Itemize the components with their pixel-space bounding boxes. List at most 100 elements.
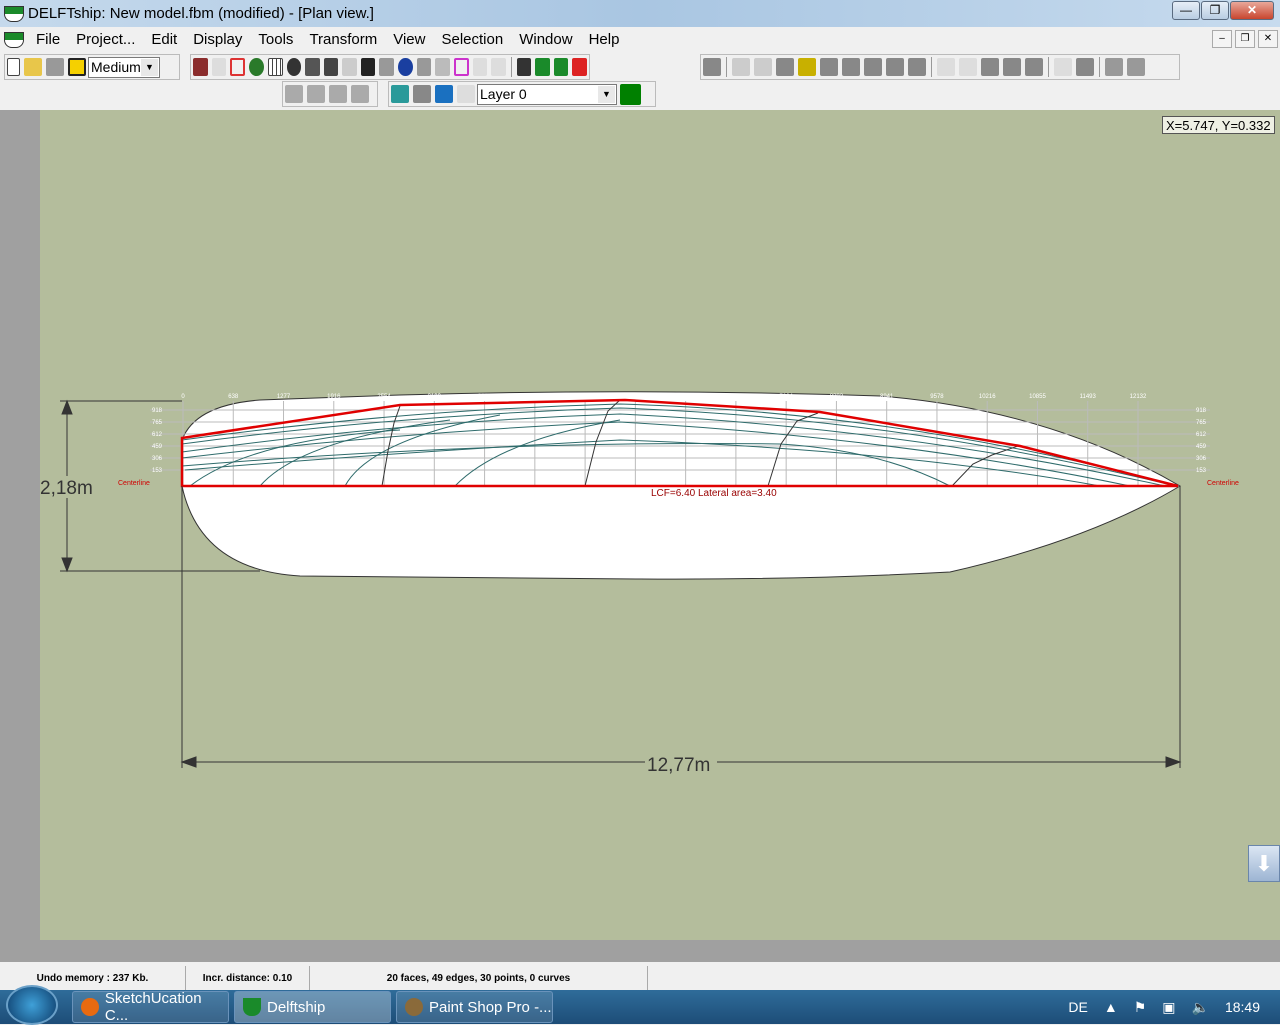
curve2-icon[interactable] <box>491 58 506 76</box>
paint-shop-pro-icon <box>405 998 423 1016</box>
layer-properties-icon[interactable] <box>413 85 431 103</box>
centerline-label-right: Centerline <box>1207 480 1239 487</box>
layer-color-icon[interactable] <box>798 58 816 76</box>
layer-visibility-icon[interactable] <box>391 85 409 103</box>
menu-transform[interactable]: Transform <box>301 31 385 48</box>
x-tick-label: 638 <box>228 394 239 400</box>
diagonals-icon[interactable] <box>342 58 357 76</box>
plan-view-viewport[interactable]: 0 638 1277 1916 2554 3193 3832 4471 5109 5748 6386… <box>40 110 1280 940</box>
crease-icon[interactable] <box>937 58 955 76</box>
waterlines-icon[interactable] <box>323 58 339 76</box>
split-edge-icon[interactable] <box>754 58 772 76</box>
menu-selection[interactable]: Selection <box>433 31 511 48</box>
mdi-restore-button[interactable]: ❐ <box>1235 30 1255 48</box>
select-all-icon[interactable] <box>1105 58 1123 76</box>
document-icon[interactable] <box>4 31 24 48</box>
shade-icon[interactable] <box>249 58 264 76</box>
interior-edges-icon[interactable] <box>211 58 227 76</box>
taskbar-item-delftship[interactable]: Delftship <box>234 991 391 1023</box>
extrude-icon[interactable] <box>820 58 838 76</box>
layer-color-swatch[interactable] <box>620 83 641 105</box>
menu-window[interactable]: Window <box>511 31 580 48</box>
clock[interactable]: 18:49 <box>1225 999 1260 1015</box>
view-profile-icon[interactable] <box>553 58 569 76</box>
view-plan-icon[interactable] <box>535 58 550 76</box>
flip-icon[interactable] <box>864 58 882 76</box>
volume-icon[interactable]: 🔈 <box>1192 999 1209 1016</box>
curvature-plot-icon[interactable] <box>453 58 469 76</box>
menu-file[interactable]: File <box>28 31 68 48</box>
network-icon[interactable]: ▣ <box>1162 999 1175 1016</box>
grid-icon[interactable] <box>267 58 283 76</box>
taskbar-item-sketchucation[interactable]: SketchUcation C... <box>72 990 229 1024</box>
menu-view[interactable]: View <box>385 31 433 48</box>
scroll-down-button[interactable]: ⬇ <box>1248 845 1280 882</box>
add-curve-icon[interactable] <box>1054 58 1072 76</box>
action-center-flag-icon[interactable]: ⚑ <box>1134 999 1147 1016</box>
minimize-button[interactable]: — <box>1172 1 1200 20</box>
open-folder-icon[interactable] <box>24 58 42 76</box>
start-button[interactable] <box>6 985 58 1025</box>
exit-icon[interactable] <box>68 58 86 76</box>
maximize-button[interactable]: ❐ <box>1201 1 1229 20</box>
mdi-close-button[interactable]: ✕ <box>1258 30 1278 48</box>
show-hidden-icons-arrow[interactable]: ▲ <box>1104 999 1118 1015</box>
new-file-icon[interactable] <box>7 58 20 76</box>
menu-display[interactable]: Display <box>185 31 250 48</box>
stations-icon[interactable] <box>286 58 302 76</box>
close-button[interactable]: ✕ <box>1230 1 1274 20</box>
y-tick-label: 612 <box>152 432 163 438</box>
save-icon[interactable] <box>46 58 64 76</box>
layer-select[interactable]: Layer 0 ▼ <box>477 83 617 105</box>
mdi-minimize-button[interactable]: – <box>1212 30 1232 48</box>
layer-dialog-icon[interactable] <box>435 85 453 103</box>
mirror-plane-icon[interactable] <box>351 85 369 103</box>
bend-icon[interactable] <box>1025 58 1043 76</box>
normals-icon[interactable] <box>230 58 246 76</box>
x-tick-label: 3832 <box>478 394 492 400</box>
face-icon[interactable] <box>776 58 794 76</box>
taskbar-item-paint-shop-pro[interactable]: Paint Shop Pro -... <box>396 991 553 1023</box>
menu-project[interactable]: Project... <box>68 31 143 48</box>
deselect-icon[interactable] <box>1127 58 1145 76</box>
view-icon[interactable] <box>516 58 532 76</box>
chevron-down-icon[interactable]: ▼ <box>141 58 158 76</box>
menu-edit[interactable]: Edit <box>143 31 185 48</box>
x-tick-label: 9578 <box>930 394 944 400</box>
connect-icon[interactable] <box>981 58 999 76</box>
group-icon[interactable] <box>908 58 926 76</box>
plan-view-drawing: 0 638 1277 1916 2554 3193 3832 4471 5109 5748 6386… <box>40 391 1239 776</box>
layer-toolbar: Layer 0 ▼ <box>388 81 656 107</box>
control-curves-icon[interactable] <box>435 58 450 76</box>
fit-curve-icon[interactable] <box>1076 58 1094 76</box>
move-icon[interactable] <box>285 85 303 103</box>
surface-icon[interactable] <box>1003 58 1021 76</box>
control-net-icon[interactable] <box>193 58 208 76</box>
separator <box>510 57 512 77</box>
markers-icon[interactable] <box>398 58 413 76</box>
curve-icon[interactable] <box>472 58 488 76</box>
language-indicator[interactable]: DE <box>1068 999 1087 1015</box>
increment-distance-status: Incr. distance: 0.10 <box>186 966 310 990</box>
menu-tools[interactable]: Tools <box>250 31 301 48</box>
view-body-icon[interactable] <box>572 58 587 76</box>
buttocks-icon[interactable] <box>305 58 320 76</box>
precision-select[interactable]: Medium ▼ <box>88 56 160 78</box>
anchor-icon[interactable] <box>959 58 977 76</box>
insert-point-icon[interactable] <box>732 58 750 76</box>
chevron-down-icon[interactable]: ▼ <box>598 85 615 103</box>
curvature-icon[interactable] <box>416 58 432 76</box>
x-tick-label: 5748 <box>629 394 643 400</box>
menu-help[interactable]: Help <box>581 31 628 48</box>
mirror-icon[interactable] <box>842 58 860 76</box>
new-face-icon[interactable] <box>703 58 721 76</box>
layer-value: Layer 0 <box>480 86 527 102</box>
separator <box>726 57 727 77</box>
scale-icon[interactable] <box>307 85 325 103</box>
rotate-icon[interactable] <box>329 85 347 103</box>
collapse-icon[interactable] <box>886 58 904 76</box>
x-tick-label: 12132 <box>1130 394 1147 400</box>
flowlines-icon[interactable] <box>379 58 395 76</box>
layer-auto-group-icon[interactable] <box>457 85 475 103</box>
hydrostatics-icon[interactable] <box>360 58 376 76</box>
